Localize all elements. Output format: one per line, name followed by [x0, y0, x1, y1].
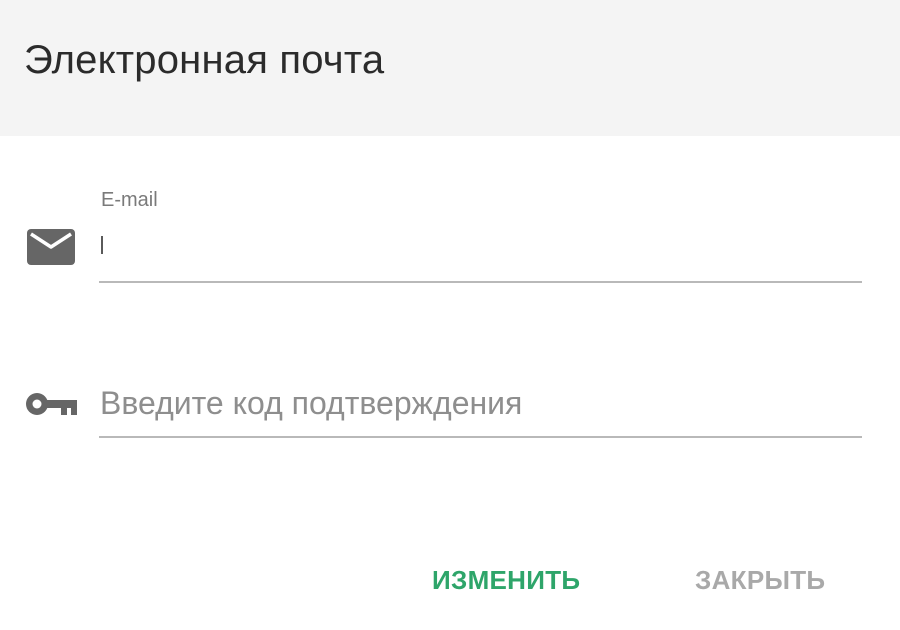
key-icon [25, 391, 79, 417]
change-button[interactable]: ИЗМЕНИТЬ [432, 562, 580, 598]
email-field[interactable] [100, 226, 860, 266]
email-field-label: E-mail [101, 189, 158, 211]
email-dialog: Электронная почта E-mail ИЗМЕНИТЬ ЗАКРЫТ… [0, 0, 900, 630]
dialog-header: Электронная почта [0, 0, 900, 136]
confirmation-code-input[interactable] [100, 381, 860, 425]
close-button[interactable]: ЗАКРЫТЬ [695, 562, 825, 598]
code-field-underline [99, 436, 862, 438]
mail-icon [27, 229, 75, 265]
text-caret [101, 236, 103, 254]
email-field-underline [99, 281, 862, 283]
dialog-title: Электронная почта [24, 38, 385, 82]
